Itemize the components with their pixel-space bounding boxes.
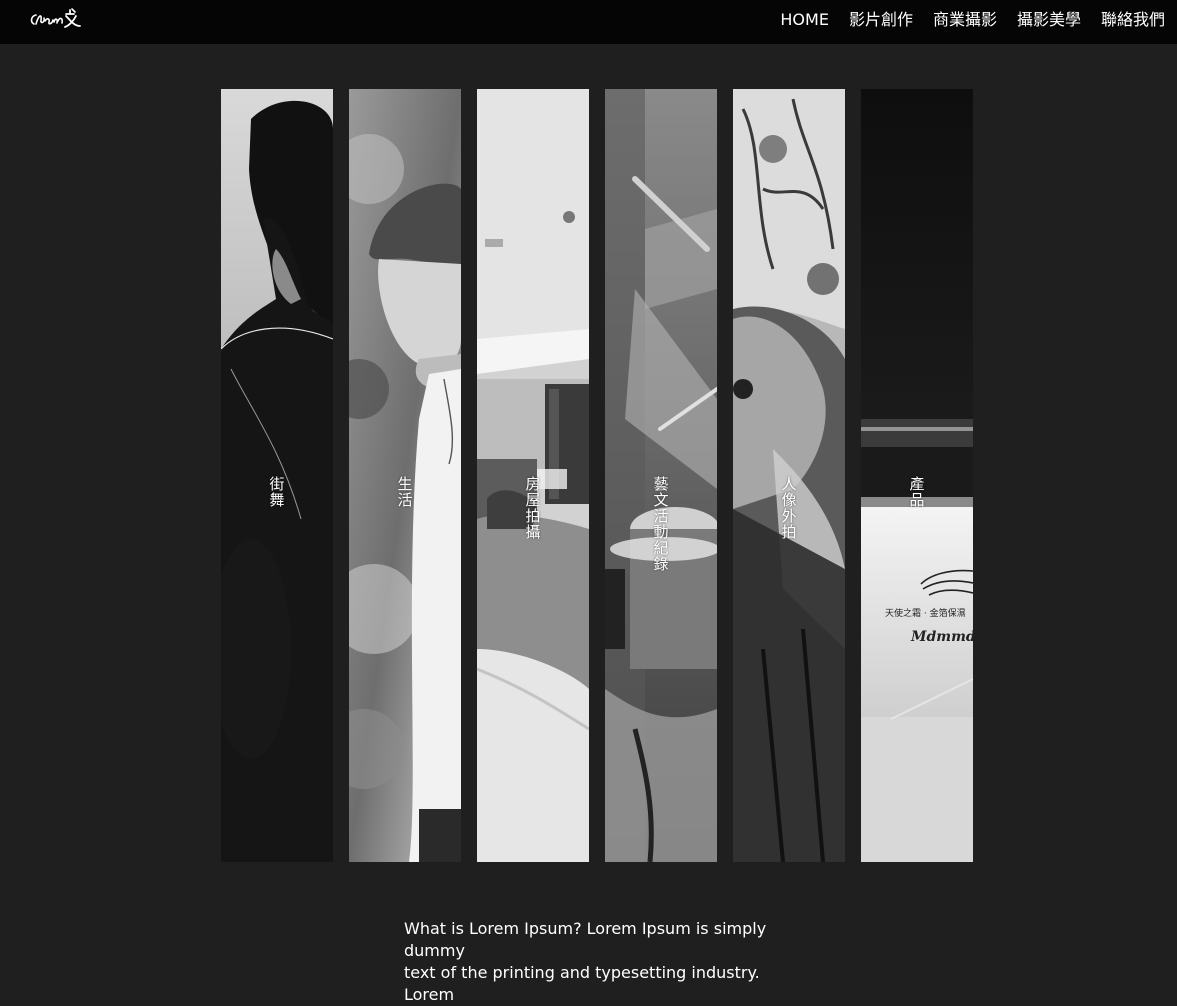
strip-label: 生活 (349, 476, 461, 508)
nav-contact-us[interactable]: 聯絡我們 (1101, 12, 1165, 28)
intro-text-line: text of the printing and typesetting ind… (404, 963, 760, 1004)
svg-text:Mdmmd: Mdmmd (910, 629, 973, 645)
strip-label-character: 文 (653, 491, 669, 509)
nav-home[interactable]: HOME (780, 12, 829, 28)
main-nav: HOME 影片創作 商業攝影 攝影美學 聯絡我們 (780, 0, 1165, 40)
strip-label-character: 活 (397, 491, 413, 509)
strip-label-character: 拍 (525, 507, 541, 525)
strip-label-character: 外 (781, 507, 797, 525)
strip-label-character: 動 (653, 523, 669, 541)
strip-label: 街舞 (221, 476, 333, 508)
category-strip-life[interactable]: 生活 (349, 89, 461, 862)
brand-logo[interactable] (28, 6, 84, 32)
strip-label: 人像外拍 (733, 476, 845, 540)
strip-label-character: 拍 (781, 523, 797, 541)
nav-video-creation[interactable]: 影片創作 (849, 12, 913, 28)
category-strip-product[interactable]: 天使之霜 · 金箔保濕 Mdmmd 產品 (861, 89, 973, 862)
category-strip-street-dance[interactable]: 街舞 (221, 89, 333, 862)
strip-label-character: 屋 (525, 491, 541, 509)
strip-label-character: 錄 (653, 555, 669, 573)
intro-text-line: What is Lorem Ipsum? Lorem Ipsum is simp… (404, 919, 767, 960)
nav-commercial-photography[interactable]: 商業攝影 (933, 12, 997, 28)
strip-label-character: 攝 (525, 523, 541, 541)
strip-label-character: 舞 (269, 491, 285, 509)
signature-logo-icon (30, 8, 81, 28)
top-navigation-bar: HOME 影片創作 商業攝影 攝影美學 聯絡我們 (0, 0, 1177, 44)
category-strip-house-photography[interactable]: 房屋拍攝 (477, 89, 589, 862)
category-strip-outdoor-portrait[interactable]: 人像外拍 (733, 89, 845, 862)
strip-label-character: 活 (653, 507, 669, 525)
strip-label-character: 產 (909, 475, 925, 493)
strip-label: 房屋拍攝 (477, 476, 589, 540)
strip-label-character: 紀 (653, 539, 669, 557)
nav-photography-aesthetics[interactable]: 攝影美學 (1017, 12, 1081, 28)
strip-label-character: 人 (781, 475, 797, 493)
strip-label-character: 生 (397, 475, 413, 493)
category-gallery: 街舞 生活 房 屋 拍 攝 藝 文 活 動 紀 錄 人 像 外 拍 天使之霜 ·… (221, 89, 973, 862)
strip-label-character: 藝 (653, 475, 669, 493)
strip-label-character: 街 (269, 475, 285, 493)
strip-label: 產品 (861, 476, 973, 508)
strip-label-character: 像 (781, 491, 797, 509)
category-strip-arts-events[interactable]: 藝文活動紀錄 (605, 89, 717, 862)
intro-text: What is Lorem Ipsum? Lorem Ipsum is simp… (404, 918, 804, 1006)
strip-label-character: 品 (909, 491, 925, 509)
strip-label: 藝文活動紀錄 (605, 476, 717, 572)
svg-text:天使之霜 · 金箔保濕: 天使之霜 · 金箔保濕 (885, 607, 966, 619)
strip-label-character: 房 (525, 475, 541, 493)
